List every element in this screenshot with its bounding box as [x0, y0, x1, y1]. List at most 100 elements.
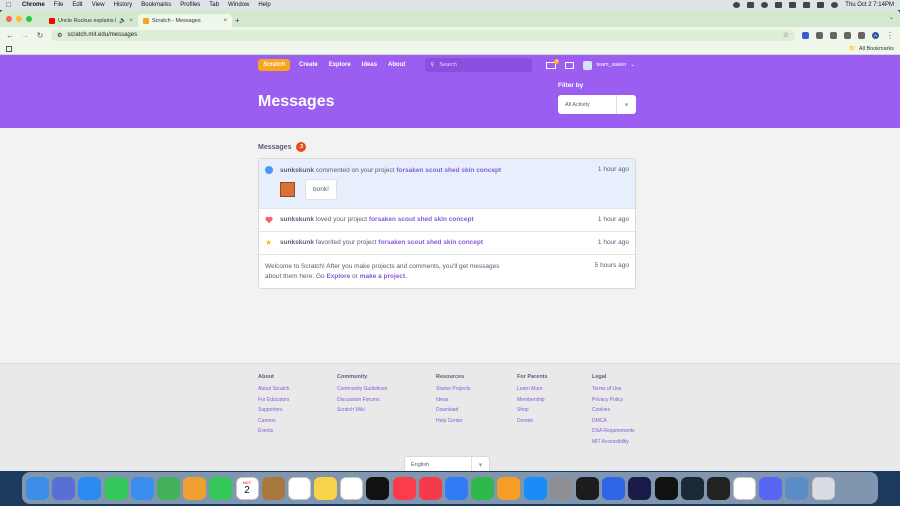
photos-icon[interactable]	[183, 476, 207, 500]
extension-icon-1[interactable]	[802, 31, 809, 39]
footer-link[interactable]: For Educators	[258, 397, 289, 403]
footer-link[interactable]: Membership	[517, 397, 548, 403]
message-user-link[interactable]: sunkskunk	[280, 167, 314, 174]
footer-link[interactable]: About Scratch	[258, 386, 289, 392]
comment-text[interactable]: bonk!	[305, 179, 337, 200]
make-project-link[interactable]: make a project	[360, 273, 406, 280]
message-user-link[interactable]: sunkskunk	[280, 239, 314, 246]
notes-icon[interactable]	[314, 476, 338, 500]
keynote-icon[interactable]	[445, 476, 468, 500]
nav-create[interactable]: Create	[299, 62, 318, 68]
scratch-logo[interactable]: Scratch	[258, 59, 290, 71]
footer-link[interactable]: Terms of Use	[592, 386, 635, 392]
launchpad-icon[interactable]	[52, 476, 76, 500]
close-window-button[interactable]	[6, 15, 12, 22]
apps-grid-icon[interactable]	[6, 45, 12, 52]
message-project-link[interactable]: forsaken scout shed skin concept	[378, 239, 483, 246]
nav-explore[interactable]: Explore	[329, 62, 351, 68]
forward-button[interactable]: →	[21, 31, 29, 40]
mail-icon[interactable]	[130, 476, 154, 500]
menu-profiles[interactable]: Profiles	[180, 2, 200, 8]
zoom-window-button[interactable]	[26, 15, 32, 22]
footer-link[interactable]: Discussion Forums	[337, 397, 387, 403]
site-info-icon[interactable]: ⚙	[57, 32, 62, 39]
reload-button[interactable]: ↻	[36, 31, 44, 40]
download-icon[interactable]	[844, 31, 851, 39]
footer-link[interactable]: Cookies	[592, 407, 635, 413]
chrome-icon[interactable]	[733, 476, 757, 500]
search-input[interactable]: ⚲ Search	[425, 58, 533, 72]
sidebar-icon[interactable]	[858, 31, 865, 39]
menu-bookmarks[interactable]: Bookmarks	[141, 2, 171, 8]
steam-icon[interactable]	[680, 476, 704, 500]
close-tab-icon[interactable]: ×	[129, 18, 133, 24]
trash-icon[interactable]	[811, 476, 835, 500]
profile-avatar-icon[interactable]: A	[872, 31, 879, 39]
message-user-link[interactable]: sunkskunk	[280, 216, 314, 223]
footer-link[interactable]: Shop	[517, 407, 548, 413]
new-tab-button[interactable]: +	[235, 16, 240, 25]
freeform-icon[interactable]	[340, 476, 364, 500]
footer-link[interactable]: Ideas	[436, 397, 470, 403]
nav-about[interactable]: About	[388, 62, 405, 68]
footer-link[interactable]: Supporters	[258, 407, 289, 413]
maps-icon[interactable]	[156, 476, 180, 500]
footer-link[interactable]: DSA Requirements	[592, 428, 635, 434]
explore-link[interactable]: Explore	[326, 273, 350, 280]
apple-icon[interactable]: 	[6, 2, 14, 9]
bookmark-star-icon[interactable]: ☆	[783, 31, 789, 39]
footer-link[interactable]: Community Guidelines	[337, 386, 387, 392]
footer-link[interactable]: Events	[258, 428, 289, 434]
menu-tab[interactable]: Tab	[209, 2, 219, 8]
tab-scratch-messages[interactable]: Scratch - Messages ×	[138, 14, 232, 27]
footer-link[interactable]: MIT Accessibility	[592, 439, 635, 445]
wifi-icon[interactable]	[789, 2, 797, 8]
close-tab-icon[interactable]: ×	[223, 18, 227, 24]
menu-history[interactable]: History	[114, 2, 133, 8]
footer-link[interactable]: Download	[436, 407, 470, 413]
bluetooth-icon[interactable]	[775, 2, 783, 8]
chrome-menu-icon[interactable]: ⋮	[886, 31, 894, 40]
language-select[interactable]: English ▾	[404, 456, 490, 471]
nav-ideas[interactable]: Ideas	[362, 62, 377, 68]
all-bookmarks-link[interactable]: All Bookmarks	[859, 46, 894, 52]
message-project-link[interactable]: forsaken scout shed skin concept	[369, 216, 474, 223]
menu-window[interactable]: Window	[228, 2, 249, 8]
footer-link[interactable]: Privacy Policy	[592, 397, 635, 403]
split-view-icon[interactable]	[830, 31, 837, 39]
extensions-puzzle-icon[interactable]	[816, 31, 823, 39]
footer-link[interactable]: Careers	[258, 418, 289, 424]
footer-link[interactable]: Help Center	[436, 418, 470, 424]
search-spotlight-icon[interactable]	[803, 2, 811, 8]
notes-brown-icon[interactable]	[261, 476, 285, 500]
control-center-icon[interactable]	[817, 2, 825, 8]
footer-link[interactable]: Scratch Wiki	[337, 407, 387, 413]
menu-help[interactable]: Help	[258, 2, 270, 8]
roblox-icon[interactable]	[706, 476, 730, 500]
status-icon-2[interactable]	[761, 2, 769, 8]
back-button[interactable]: ←	[6, 31, 14, 40]
menu-view[interactable]: View	[92, 2, 105, 8]
messages-icon[interactable]	[104, 476, 128, 500]
numbers-icon[interactable]	[471, 476, 495, 500]
my-stuff-folder-icon[interactable]	[565, 61, 575, 69]
menubar-clock[interactable]: Thu Oct 2 7:14PM	[845, 2, 894, 8]
minimize-window-button[interactable]	[16, 15, 22, 22]
commenter-avatar[interactable]	[280, 182, 295, 197]
calendar-icon[interactable]: OCT 2	[235, 476, 259, 500]
address-bar[interactable]: ⚙ scratch.mit.edu/messages ☆	[51, 29, 795, 41]
menu-app-name[interactable]: Chrome	[22, 2, 45, 8]
tab-youtube[interactable]: Uncle Ruckus explains h... 🔈 ×	[44, 14, 138, 27]
preview-icon[interactable]	[785, 476, 809, 500]
message-project-link[interactable]: forsaken scout shed skin concept	[396, 167, 501, 174]
animate-icon[interactable]	[628, 476, 652, 500]
facetime-icon[interactable]	[209, 476, 233, 500]
messages-mail-icon[interactable]: 3	[546, 58, 560, 69]
siri-icon[interactable]	[831, 2, 839, 8]
speaker-icon[interactable]: 🔈	[119, 17, 126, 24]
url-text[interactable]: scratch.mit.edu/messages	[67, 32, 137, 38]
footer-link[interactable]: Donate	[517, 418, 548, 424]
capcut-icon[interactable]	[654, 476, 678, 500]
pages-icon[interactable]	[497, 476, 521, 500]
moon-icon[interactable]	[747, 2, 755, 8]
